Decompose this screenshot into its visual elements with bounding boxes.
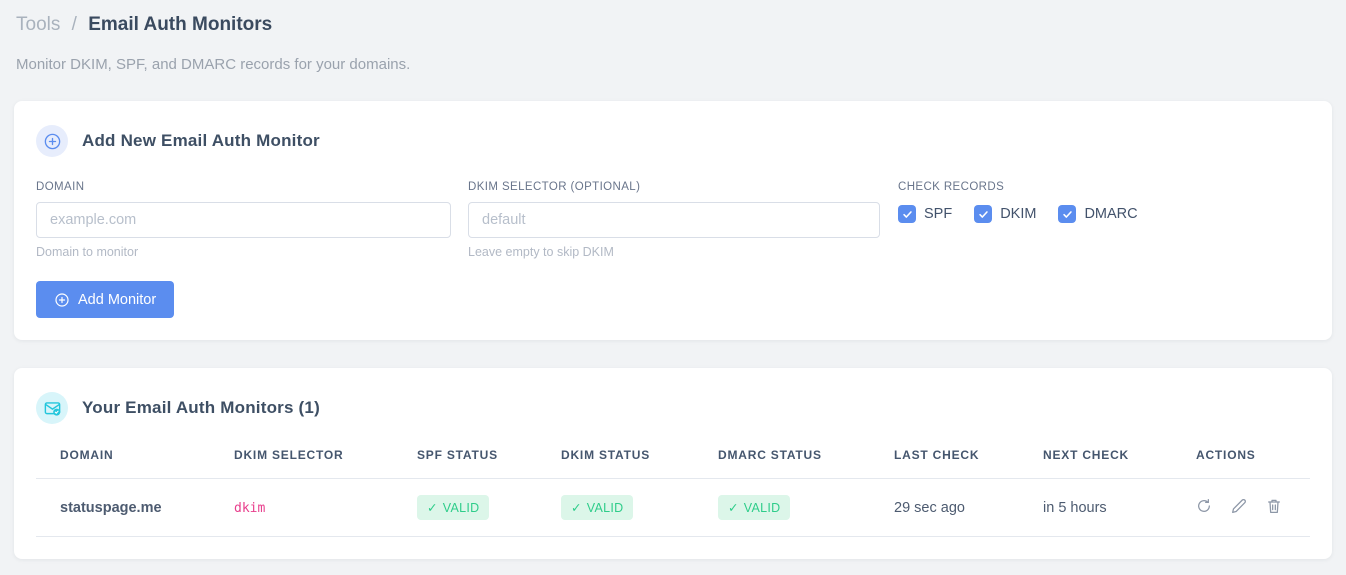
- column-header-spf-status: SPF STATUS: [417, 448, 561, 479]
- monitors-list-title: Your Email Auth Monitors (1): [82, 398, 320, 417]
- check-records-group: CHECK RECORDS SPF DKIM DMARC: [897, 181, 1310, 223]
- monitors-list-card-header: Your Email Auth Monitors (1): [36, 392, 1310, 424]
- pencil-icon: [1231, 498, 1247, 514]
- monitor-dkim-selector: dkim: [234, 500, 266, 516]
- plus-circle-icon: [36, 125, 68, 157]
- checked-checkbox-icon[interactable]: [898, 205, 916, 223]
- checked-checkbox-icon[interactable]: [1058, 205, 1077, 223]
- dkim-status-text: VALID: [586, 500, 624, 515]
- column-header-dkim-selector: DKIM SELECTOR: [234, 448, 417, 479]
- column-header-actions: ACTIONS: [1196, 448, 1310, 479]
- dkim-selector-helper-text: Leave empty to skip DKIM: [468, 245, 614, 259]
- email-auth-monitors-page: Tools / Email Auth Monitors Monitor DKIM…: [0, 0, 1346, 575]
- monitor-last-check: 29 sec ago: [894, 478, 1043, 537]
- domain-helper-text: Domain to monitor: [36, 245, 139, 259]
- add-monitor-title: Add New Email Auth Monitor: [82, 131, 320, 150]
- monitor-domain: statuspage.me: [36, 478, 234, 537]
- dmarc-status-text: VALID: [743, 500, 781, 515]
- checkbox-spf[interactable]: SPF: [898, 205, 952, 223]
- add-monitor-button-label: Add Monitor: [78, 291, 157, 308]
- plus-circle-icon: [54, 292, 70, 308]
- add-monitor-button[interactable]: Add Monitor: [36, 281, 175, 318]
- monitors-list-card: Your Email Auth Monitors (1) DOMAIN DKIM…: [14, 368, 1332, 559]
- spf-status-text: VALID: [442, 500, 480, 515]
- breadcrumb: Tools / Email Auth Monitors: [14, 10, 1332, 38]
- column-header-next-check: NEXT CHECK: [1043, 448, 1196, 479]
- check-records-label: CHECK RECORDS: [898, 181, 1005, 193]
- monitors-table: DOMAIN DKIM SELECTOR SPF STATUS DKIM STA…: [36, 448, 1310, 537]
- dkim-selector-field-group: DKIM SELECTOR (OPTIONAL) Leave empty to …: [468, 181, 880, 259]
- breadcrumb-tools-link[interactable]: Tools: [16, 14, 60, 35]
- domain-label: DOMAIN: [36, 181, 85, 193]
- add-monitor-form: DOMAIN Domain to monitor DKIM SELECTOR (…: [36, 181, 1310, 259]
- column-header-domain: DOMAIN: [36, 448, 234, 479]
- dmarc-status-badge: ✓ VALID: [718, 495, 791, 520]
- monitor-row: statuspage.me dkim ✓ VALID ✓ VALID ✓ VAL…: [36, 478, 1310, 537]
- domain-field-group: DOMAIN Domain to monitor: [36, 181, 451, 259]
- domain-input[interactable]: [36, 202, 451, 238]
- page-subtitle: Monitor DKIM, SPF, and DMARC records for…: [16, 56, 411, 73]
- dkim-selector-input[interactable]: [468, 202, 880, 238]
- trash-icon: [1266, 498, 1282, 514]
- column-header-last-check: LAST CHECK: [894, 448, 1043, 479]
- spf-status-badge: ✓ VALID: [417, 495, 490, 520]
- dkim-selector-label: DKIM SELECTOR (OPTIONAL): [468, 181, 641, 193]
- refresh-monitor-button[interactable]: [1196, 498, 1212, 514]
- checkbox-dmarc[interactable]: DMARC: [1058, 205, 1138, 223]
- table-header-row: DOMAIN DKIM SELECTOR SPF STATUS DKIM STA…: [36, 448, 1310, 479]
- delete-monitor-button[interactable]: [1266, 498, 1282, 514]
- check-icon: ✓: [427, 501, 438, 515]
- page-title: Email Auth Monitors: [88, 14, 273, 35]
- checkbox-dmarc-label: DMARC: [1084, 206, 1138, 222]
- email-check-icon: [36, 392, 68, 424]
- add-monitor-card-header: Add New Email Auth Monitor: [36, 125, 1310, 157]
- column-header-dmarc-status: DMARC STATUS: [718, 448, 894, 479]
- dkim-status-badge: ✓ VALID: [561, 495, 634, 520]
- checkbox-dkim-label: DKIM: [1000, 206, 1037, 222]
- checked-checkbox-icon[interactable]: [974, 205, 993, 223]
- edit-monitor-button[interactable]: [1231, 498, 1247, 514]
- monitor-next-check: in 5 hours: [1043, 478, 1196, 537]
- add-monitor-card: Add New Email Auth Monitor DOMAIN Domain…: [14, 101, 1332, 340]
- breadcrumb-separator: /: [71, 14, 77, 35]
- checkbox-dkim[interactable]: DKIM: [974, 205, 1036, 223]
- check-icon: ✓: [728, 501, 739, 515]
- column-header-dkim-status: DKIM STATUS: [561, 448, 718, 479]
- refresh-icon: [1196, 498, 1212, 514]
- check-icon: ✓: [571, 501, 582, 515]
- checkbox-spf-label: SPF: [924, 206, 953, 222]
- check-records-options: SPF DKIM DMARC: [898, 205, 1310, 223]
